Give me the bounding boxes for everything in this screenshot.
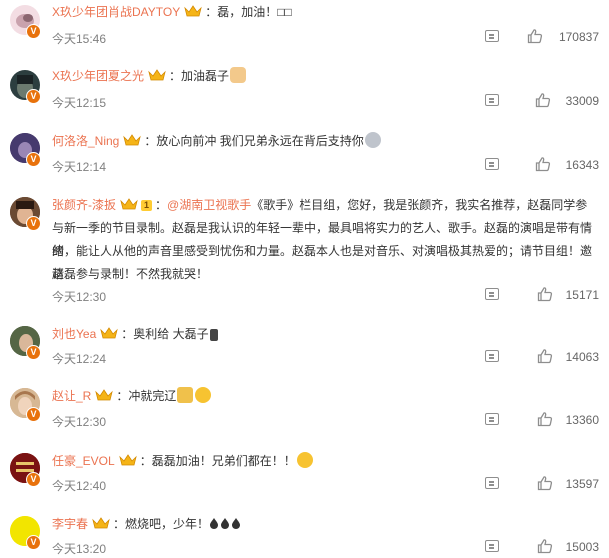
verified-v-icon: V <box>26 89 41 104</box>
username[interactable]: 刘也Yea <box>52 327 96 341</box>
verified-v-icon: V <box>26 216 41 231</box>
verified-v-icon: V <box>26 24 41 39</box>
username[interactable]: 何洛洛_Ning <box>52 134 119 148</box>
crown-icon <box>148 69 166 81</box>
crown-icon <box>95 389 114 401</box>
comment-icon[interactable] <box>485 413 499 425</box>
username[interactable]: X玖少年团肖战DAYTOY <box>52 5 180 19</box>
crown-icon <box>100 327 119 339</box>
username[interactable]: 赵让_R <box>52 389 91 403</box>
microphone-emoji-icon <box>209 329 218 341</box>
comment-text-colon: ： <box>155 198 168 212</box>
robot-emoji-icon <box>364 132 381 148</box>
comment-text: ：磊，加油！□□ <box>205 5 292 19</box>
username[interactable]: 李宇春 <box>52 517 88 531</box>
comment-time: 今天15:46 <box>52 32 107 46</box>
comment-time: 今天13:20 <box>52 542 107 556</box>
verified-v-icon: V <box>26 152 41 167</box>
comment-text: ：冲就完辽 <box>116 389 177 403</box>
username[interactable]: X玖少年团夏之光 <box>52 69 144 83</box>
verified-v-icon: V <box>26 407 41 422</box>
comment-icon[interactable] <box>485 477 499 489</box>
thumbs-up-icon[interactable] <box>537 411 553 427</box>
comment-time: 今天12:40 <box>52 479 107 493</box>
crown-icon <box>92 517 110 529</box>
comment-icon[interactable] <box>485 350 499 362</box>
comment-icon[interactable] <box>485 158 499 170</box>
like-count: 16343 <box>565 158 599 172</box>
thumbs-up-icon[interactable] <box>537 475 553 491</box>
comment-time: 今天12:30 <box>52 290 107 304</box>
username[interactable]: 张颜齐-漆扳 <box>52 198 116 212</box>
comment-text: ：燃烧吧，少年！ <box>113 517 210 531</box>
verified-v-icon: V <box>26 345 41 360</box>
thumbs-up-icon[interactable] <box>535 156 551 172</box>
like-count: 15003 <box>565 540 599 554</box>
like-count: 13597 <box>565 477 599 491</box>
username[interactable]: 任豪_EVOL <box>52 454 115 468</box>
level-badge: 1 <box>141 200 153 211</box>
comment-text: ：磊磊加油！兄弟们都在！！ <box>139 454 296 468</box>
comment-time: 今天12:15 <box>52 96 107 110</box>
cheer-emoji-icon <box>296 452 313 468</box>
comment-time: 今天12:14 <box>52 160 107 174</box>
like-count: 15171 <box>565 288 599 302</box>
like-count: 170837 <box>558 30 599 44</box>
crown-icon <box>120 198 138 210</box>
crown-icon <box>184 5 202 17</box>
comment-text: ：放心向前冲 我们兄弟永远在背后支持你 <box>144 134 364 148</box>
like-count: 33009 <box>565 94 599 108</box>
comment-text: ：奥利给 大磊子 <box>121 327 209 341</box>
comment-icon[interactable] <box>485 94 499 106</box>
comment-time: 今天12:30 <box>52 415 107 429</box>
comment-text: ：加油磊子 <box>169 69 230 83</box>
crown-icon <box>118 454 137 466</box>
thumbs-up-icon[interactable] <box>527 28 543 44</box>
comment-text: 《歌手》栏目组，您好，我是张颜齐，我实名推荐，赵磊同学参 <box>251 198 588 212</box>
fire-emoji-icon <box>210 518 241 529</box>
clap-emoji-icon <box>177 387 194 403</box>
like-count: 14063 <box>565 350 599 364</box>
comment-icon[interactable] <box>485 288 499 300</box>
verified-v-icon: V <box>26 535 41 550</box>
thumbs-up-icon[interactable] <box>535 92 551 108</box>
smile-emoji-icon <box>195 387 212 403</box>
mention-link[interactable]: @湖南卫视歌手 <box>167 198 251 212</box>
comment-icon[interactable] <box>485 30 499 42</box>
comment-icon[interactable] <box>485 540 499 552</box>
thumbs-up-icon[interactable] <box>537 538 553 554</box>
like-count: 13360 <box>565 413 599 427</box>
verified-v-icon: V <box>26 472 41 487</box>
thumbs-up-icon[interactable] <box>537 348 553 364</box>
fist-emoji-icon <box>230 67 247 83</box>
comment-time: 今天12:24 <box>52 352 107 366</box>
comment-text: 赵磊参与录制！不然我就哭！ <box>52 267 209 281</box>
thumbs-up-icon[interactable] <box>537 286 553 302</box>
crown-icon <box>123 134 142 146</box>
